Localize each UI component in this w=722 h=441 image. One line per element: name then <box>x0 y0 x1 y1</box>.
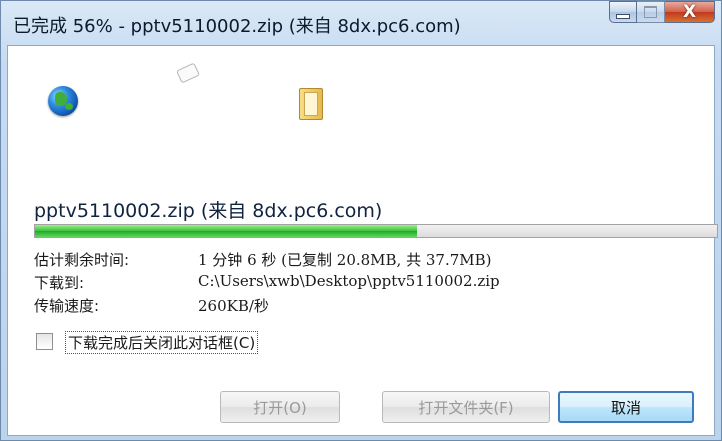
time-remaining-value: 1 分钟 6 秒 (已复制 20.8MB, 共 37.7MB) <box>198 251 492 269</box>
minimize-button[interactable] <box>609 1 637 23</box>
file-source-label: pptv5110002.zip (来自 8dx.pc6.com) <box>34 200 383 222</box>
progress-fill <box>35 225 417 237</box>
dialog-body: pptv5110002.zip (来自 8dx.pc6.com) 估计剩余时间:… <box>7 45 718 436</box>
open-button[interactable]: 打开(O) <box>220 391 340 423</box>
progress-bar <box>34 224 718 238</box>
time-remaining-label: 估计剩余时间: <box>34 251 130 269</box>
transfer-rate-label: 传输速度: <box>34 297 100 315</box>
open-folder-button[interactable]: 打开文件夹(F) <box>382 391 550 423</box>
minimize-icon <box>616 13 630 19</box>
cancel-button[interactable]: 取消 <box>558 391 694 423</box>
close-button[interactable]: X <box>665 1 715 23</box>
maximize-button[interactable] <box>637 1 665 23</box>
close-on-complete-label[interactable]: 下载完成后关闭此对话框(C) <box>65 331 259 354</box>
maximize-icon <box>644 6 657 18</box>
download-to-label: 下载到: <box>34 274 85 292</box>
globe-icon <box>48 86 78 116</box>
download-dialog: 已完成 56% - pptv5110002.zip (来自 8dx.pc6.co… <box>0 0 722 441</box>
close-icon: X <box>682 1 697 22</box>
flying-paper-icon <box>175 62 201 84</box>
window-title: 已完成 56% - pptv5110002.zip (来自 8dx.pc6.co… <box>13 16 461 37</box>
download-path-value: C:\Users\xwb\Desktop\pptv5110002.zip <box>198 272 500 290</box>
close-on-complete-checkbox[interactable] <box>36 333 53 350</box>
transfer-rate-value: 260KB/秒 <box>198 297 269 315</box>
folder-icon <box>299 88 323 120</box>
title-bar[interactable]: 已完成 56% - pptv5110002.zip (来自 8dx.pc6.co… <box>1 1 721 45</box>
transfer-animation <box>8 46 714 156</box>
window-controls: X <box>609 1 715 25</box>
